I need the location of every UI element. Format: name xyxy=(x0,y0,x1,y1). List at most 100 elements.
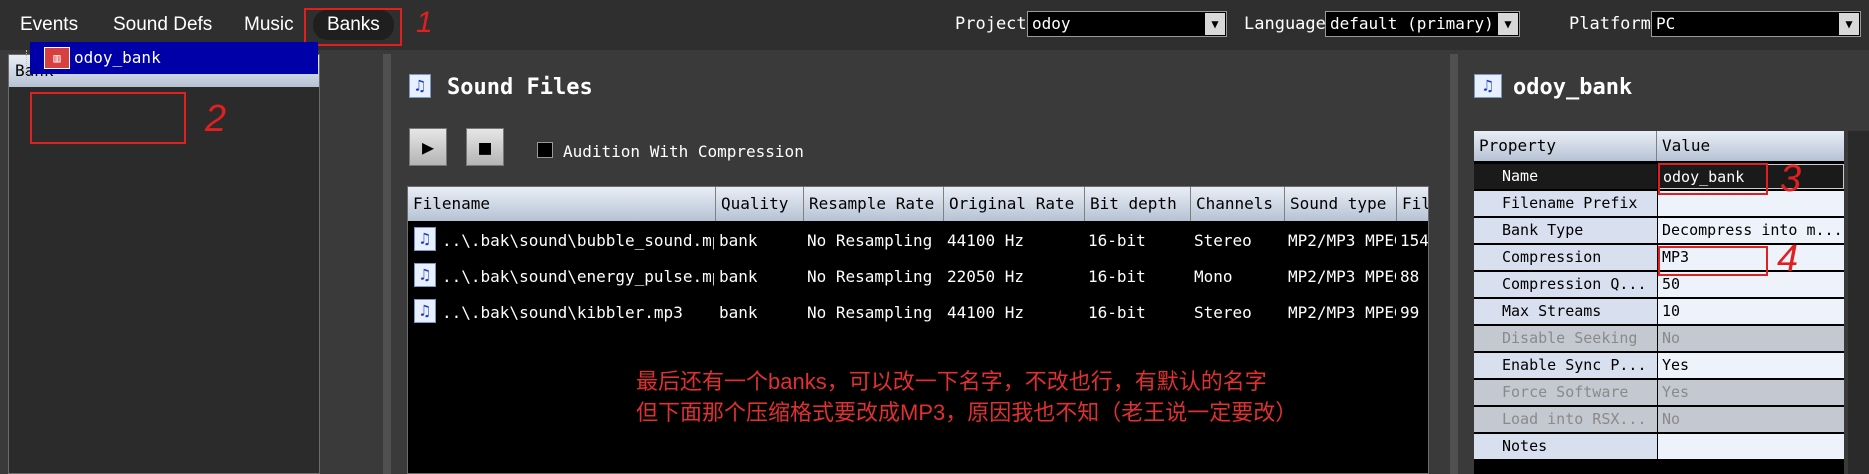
cell-quality: bank xyxy=(719,267,758,286)
bank-tree-item[interactable]: ▥ odoy_bank xyxy=(30,42,318,74)
column-header-value: Value xyxy=(1657,131,1844,161)
annotation-marker-4: 4 xyxy=(1777,238,1799,280)
column-header-channels[interactable]: Channels xyxy=(1191,187,1285,221)
property-value[interactable]: Decompress into m... xyxy=(1658,218,1844,243)
annotation-marker-3: 3 xyxy=(1780,158,1802,200)
property-name: Disable Seeking xyxy=(1474,326,1657,351)
language-label: Language xyxy=(1244,14,1326,34)
property-value: No xyxy=(1658,407,1844,432)
tab-events[interactable]: Events xyxy=(20,10,78,40)
platform-select[interactable]: PC ▼ xyxy=(1651,11,1861,37)
property-name: Name xyxy=(1474,164,1657,189)
table-row[interactable]: ♫ ..\.bak\sound\energy_pulse.mp3 bank No… xyxy=(408,259,1428,293)
play-icon: ▶ xyxy=(421,135,435,159)
annotation-box-bank-item xyxy=(30,92,186,144)
property-name: Notes xyxy=(1474,434,1657,459)
platform-value: PC xyxy=(1656,14,1676,33)
project-label: Project xyxy=(955,14,1027,34)
play-button[interactable]: ▶ xyxy=(409,128,447,166)
platform-label: Platform xyxy=(1569,14,1651,34)
annotation-marker-2: 2 xyxy=(205,98,227,140)
property-name: Bank Type xyxy=(1474,218,1657,243)
property-name: Max Streams xyxy=(1474,299,1657,324)
column-header-sound-type[interactable]: Sound type xyxy=(1285,187,1397,221)
column-header-property: Property xyxy=(1474,131,1657,161)
property-value: Yes xyxy=(1658,380,1844,405)
table-row[interactable]: ♫ ..\.bak\sound\kibbler.mp3 bank No Resa… xyxy=(408,295,1428,329)
bank-properties-icon: ♫ xyxy=(1474,74,1502,98)
cell-sound-type: MP2/MP3 MPEG xyxy=(1288,231,1396,250)
splitter-right[interactable] xyxy=(1450,54,1458,474)
cell-bit-depth: 16-bit xyxy=(1088,231,1146,250)
sound-files-title: Sound Files xyxy=(447,75,593,100)
cell-quality: bank xyxy=(719,303,758,322)
cell-resample-rate: No Resampling xyxy=(807,267,933,286)
language-value: default (primary) xyxy=(1330,14,1494,33)
column-header-resample-rate[interactable]: Resample Rate xyxy=(804,187,944,221)
column-header-original-rate[interactable]: Original Rate xyxy=(944,187,1085,221)
chevron-down-icon: ▼ xyxy=(1498,13,1518,35)
annotation-box-compression xyxy=(1658,246,1768,276)
column-header-bit-depth[interactable]: Bit depth xyxy=(1085,187,1191,221)
audition-label: Audition With Compression xyxy=(563,142,804,161)
sound-files-table: Filename Quality Resample Rate Original … xyxy=(407,186,1429,474)
cell-sound-type: MP2/MP3 MPEG xyxy=(1288,267,1396,286)
chevron-down-icon: ▼ xyxy=(1839,13,1859,35)
column-header-file-size[interactable]: Fil xyxy=(1397,187,1428,221)
tab-music[interactable]: Music xyxy=(244,10,294,40)
language-select[interactable]: default (primary) ▼ xyxy=(1325,11,1520,37)
cell-filename: ..\.bak\sound\energy_pulse.mp3 xyxy=(442,267,714,286)
annotation-marker-1: 1 xyxy=(416,6,433,39)
property-row: Force Software Yes xyxy=(1474,380,1844,406)
project-select[interactable]: odoy ▼ xyxy=(1027,11,1227,37)
property-name: Compression Q... xyxy=(1474,272,1657,297)
cell-original-rate: 22050 Hz xyxy=(947,267,1025,286)
splitter-left[interactable] xyxy=(383,54,391,474)
property-value: No xyxy=(1658,326,1844,351)
property-name: Enable Sync P... xyxy=(1474,353,1657,378)
bank-item-label: odoy_bank xyxy=(74,48,161,67)
music-note-icon: ♫ xyxy=(409,74,431,98)
stop-icon: ■ xyxy=(478,135,492,159)
project-value: odoy xyxy=(1032,14,1071,33)
stop-button[interactable]: ■ xyxy=(466,128,504,166)
properties-scrollbar[interactable] xyxy=(1848,131,1869,474)
table-row[interactable]: ♫ ..\.bak\sound\bubble_sound.mp3 bank No… xyxy=(408,223,1429,257)
cell-file-size: 154 xyxy=(1400,231,1429,250)
annotation-box-name xyxy=(1658,163,1768,195)
column-header-quality[interactable]: Quality xyxy=(716,187,804,221)
property-row[interactable]: Max Streams 10 xyxy=(1474,299,1844,325)
annotation-box-banks xyxy=(304,8,402,46)
annotation-text-line-2: 但下面那个压缩格式要改成MP3，原因我也不知（老王说一定要改） xyxy=(636,400,1298,425)
bank-icon: ▥ xyxy=(44,47,70,69)
cell-quality: bank xyxy=(719,231,758,250)
property-row: Load into RSX... No xyxy=(1474,407,1844,433)
cell-filename: ..\.bak\sound\bubble_sound.mp3 xyxy=(442,231,714,250)
chevron-down-icon: ▼ xyxy=(1205,13,1225,35)
cell-original-rate: 44100 Hz xyxy=(947,303,1025,322)
music-note-icon: ♫ xyxy=(414,299,436,323)
cell-resample-rate: No Resampling xyxy=(807,303,933,322)
property-value[interactable]: 10 xyxy=(1658,299,1844,324)
cell-bit-depth: 16-bit xyxy=(1088,303,1146,322)
cell-channels: Stereo xyxy=(1194,303,1252,322)
cell-sound-type: MP2/MP3 MPEG xyxy=(1288,303,1396,322)
cell-channels: Mono xyxy=(1194,267,1233,286)
annotation-text-line-1: 最后还有一个banks，可以改一下名字，不改也行，有默认的名字 xyxy=(636,369,1267,394)
music-note-icon: ♫ xyxy=(414,227,436,251)
property-row: Disable Seeking No xyxy=(1474,326,1844,352)
property-row[interactable]: Notes xyxy=(1474,434,1844,460)
property-name: Load into RSX... xyxy=(1474,407,1657,432)
music-note-icon: ♫ xyxy=(414,263,436,287)
column-header-filename[interactable]: Filename xyxy=(408,187,716,221)
property-value[interactable]: Yes xyxy=(1658,353,1844,378)
property-name: Filename Prefix xyxy=(1474,191,1657,216)
audition-checkbox[interactable] xyxy=(537,142,553,158)
cell-original-rate: 44100 Hz xyxy=(947,231,1025,250)
cell-filename: ..\.bak\sound\kibbler.mp3 xyxy=(442,303,683,322)
property-value[interactable] xyxy=(1658,434,1844,459)
cell-file-size: 88 xyxy=(1400,267,1420,286)
property-row[interactable]: Enable Sync P... Yes xyxy=(1474,353,1844,379)
cell-resample-rate: No Resampling xyxy=(807,231,933,250)
tab-sound-defs[interactable]: Sound Defs xyxy=(113,10,212,40)
